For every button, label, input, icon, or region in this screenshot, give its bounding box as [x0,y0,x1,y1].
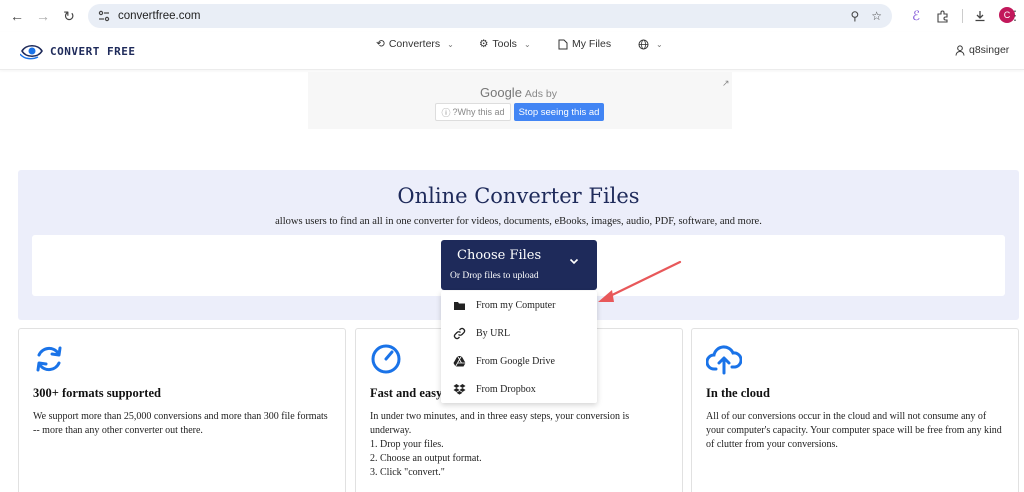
card-text-line: 3. Click "convert." [370,467,445,478]
link-icon [452,326,466,340]
menu-item-dropbox[interactable]: From Dropbox [441,375,597,403]
nav-language[interactable]: ⌄ [638,39,663,50]
refresh-icon [36,346,62,372]
site-info-icon[interactable] [96,8,112,24]
ad-google-text: Google [480,85,522,100]
url-text[interactable]: convertfree.com [118,10,200,22]
card-text-line: 2. Choose an output format. [370,453,482,464]
dropbox-icon [452,382,466,396]
cloud-upload-icon [706,345,742,375]
browser-toolbar: ← → ↻ convertfree.com ⚲ ☆ ℰ C ⋮ [0,0,1024,32]
reload-icon[interactable]: ↻ [58,5,80,27]
feature-card-cloud: In the cloud All of our conversions occu… [691,328,1019,492]
nav-my-files[interactable]: My Files [558,38,611,50]
choose-files-subtitle: Or Drop files to upload [450,271,539,281]
menu-item-google-drive[interactable]: From Google Drive [441,347,597,375]
nav-tools-label: Tools [492,38,517,50]
chevron-down-icon[interactable] [569,257,579,268]
why-this-ad-button[interactable]: ⓘ ?Why this ad [435,103,511,121]
address-bar[interactable]: convertfree.com ⚲ ☆ [88,4,892,28]
extension-icon[interactable]: ℰ [906,6,926,26]
card-description: We support more than 25,000 conversions … [33,410,333,438]
card-title: In the cloud [706,386,770,400]
info-icon: ⓘ [441,107,451,118]
user-menu[interactable]: q8singer [955,44,1009,56]
page-subtitle: allows users to find an all in one conve… [275,216,762,227]
upload-source-menu: From my Computer By URL From Google Driv… [441,291,597,403]
chevron-down-icon: ⌄ [447,39,454,49]
bookmark-star-icon[interactable]: ☆ [871,9,882,23]
card-text-line: All of our conversions occur in the clou… [706,411,1002,450]
menu-item-by-url[interactable]: By URL [441,319,597,347]
menu-item-from-computer[interactable]: From my Computer [441,291,597,319]
toolbar-divider [962,9,963,23]
page-title: Online Converter Files [397,184,640,208]
feature-card-formats: 300+ formats supported We support more t… [18,328,346,492]
gear-icon: ⚙ [479,38,489,50]
chevron-down-icon: ⌄ [656,39,663,49]
site-header: CONVERT FREE ⟲ Converters ⌄ ⚙ Tools ⌄ My… [0,32,1024,70]
choose-files-title: Choose Files [457,248,542,263]
ad-label: Google Ads by [480,85,557,100]
annotation-arrow [598,260,682,302]
back-icon[interactable]: ← [6,5,28,27]
menu-item-label: From Dropbox [476,383,536,395]
google-drive-icon [452,354,466,368]
menu-item-label: By URL [476,327,511,339]
card-text-line: In under two minutes, and in three easy … [370,411,630,436]
card-title: Fast and easy [370,386,443,400]
ad-by-text: Ads by [524,88,558,100]
card-text-line: We support more than 25,000 conversions … [33,411,328,436]
nav-converters[interactable]: ⟲ Converters ⌄ [376,38,454,50]
card-title: 300+ formats supported [33,386,161,400]
download-icon[interactable] [970,6,990,26]
ad-arrow-icon[interactable]: ↗ [722,78,730,89]
menu-item-label: From Google Drive [476,355,555,367]
card-description: All of our conversions occur in the clou… [706,410,1006,452]
card-text-line: 1. Drop your files. [370,439,444,450]
logo-text: CONVERT FREE [50,44,136,58]
forward-icon[interactable]: → [32,5,54,27]
zoom-icon[interactable]: ⚲ [850,9,859,23]
choose-files-button[interactable]: Choose Files Or Drop files to upload [441,240,597,290]
nav-my-files-label: My Files [572,38,612,50]
chevron-down-icon: ⌄ [523,39,531,49]
nav-tools[interactable]: ⚙ Tools ⌄ [479,38,531,50]
user-name: q8singer [969,44,1010,56]
converters-icon: ⟲ [376,38,385,50]
nav-converters-label: Converters [388,38,441,50]
ad-banner: Google Ads by ⓘ ?Why this ad Stop seeing t… [308,72,732,129]
gauge-icon [371,344,401,374]
folder-icon [452,298,466,312]
menu-kebab-icon[interactable]: ⋮ [1008,6,1022,26]
file-icon [558,39,568,49]
card-description: In under two minutes, and in three easy … [370,410,670,480]
site-logo[interactable]: CONVERT FREE [20,42,135,60]
why-this-ad-label: ?Why this ad [452,107,505,117]
globe-icon [638,39,649,49]
stop-seeing-ad-button[interactable]: Stop seeing this ad [514,103,604,121]
menu-item-label: From my Computer [476,299,556,311]
user-icon [955,44,965,56]
logo-eye-icon [20,44,43,60]
puzzle-icon[interactable] [932,6,952,26]
